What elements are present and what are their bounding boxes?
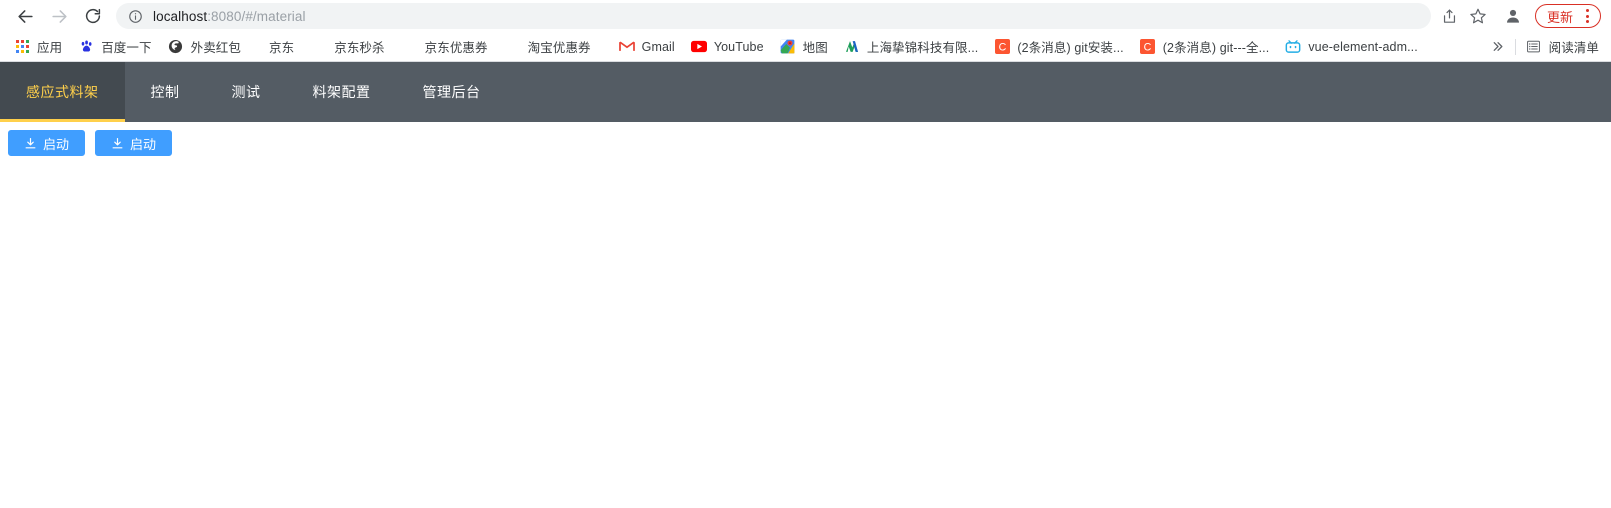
bookmark-label: vue-element-adm... <box>1308 39 1418 54</box>
start-button-2[interactable]: 启动 <box>95 130 173 156</box>
bookmark-shanghai-zhijin[interactable]: 上海挚锦科技有限... <box>836 35 987 59</box>
bilibili-tv-icon <box>1285 39 1301 55</box>
bookmark-label: 百度一下 <box>101 41 152 55</box>
bookmark-label: 上海挚锦科技有限... <box>866 41 979 55</box>
youtube-icon <box>690 39 707 55</box>
action-button-row: 启动 启动 <box>0 122 1611 156</box>
reload-button[interactable] <box>76 1 110 31</box>
csdn-icon: C <box>1140 39 1156 55</box>
download-icon <box>112 137 123 148</box>
download-icon <box>25 137 36 148</box>
nav-item-label: 感应式料架 <box>26 84 99 100</box>
address-bar[interactable]: localhost:8080/#/material <box>116 3 1431 29</box>
bookmark-waimai[interactable]: 外卖红包 <box>160 35 249 59</box>
bookmark-jd-coupon[interactable]: 京东优惠券 <box>405 35 508 59</box>
bookmark-jd-miaosha[interactable]: 京东秒杀 <box>314 35 404 59</box>
update-label: 更新 <box>1546 9 1573 25</box>
bookmark-csdn-git-all[interactable]: C (2条消息) git---全... <box>1132 35 1278 59</box>
bookmark-youtube[interactable]: YouTube <box>683 35 772 59</box>
bookmark-label: 地图 <box>802 41 828 55</box>
nav-item-label: 管理后台 <box>422 84 481 100</box>
double-chevron-right-icon <box>1493 42 1503 51</box>
bookmark-label: 京东秒杀 <box>334 41 385 55</box>
share-icon <box>1444 9 1456 23</box>
google-maps-icon <box>780 39 796 55</box>
back-arrow-icon <box>17 9 33 23</box>
bookmark-label: Gmail <box>641 39 675 54</box>
nav-item-ganying-liaojia[interactable]: 感应式料架 <box>0 62 125 122</box>
csdn-icon: C <box>994 39 1010 55</box>
bookmark-label: (2条消息) git安装... <box>1017 41 1124 55</box>
start-button-label: 启动 <box>130 136 157 152</box>
reading-list-icon <box>1526 39 1542 55</box>
update-button[interactable]: 更新 <box>1534 4 1601 28</box>
bookmark-label: 京东优惠券 <box>424 41 488 55</box>
start-button-label: 启动 <box>43 136 70 152</box>
app-navigation-menu: 感应式料架 控制 测试 料架配置 管理后台 <box>0 62 1611 122</box>
forward-arrow-icon <box>51 9 67 23</box>
bookmarks-bar: 应用 百度一下 外卖红包 京东 京东秒杀 京东优惠券 淘宝优惠券 Gmail Y… <box>0 32 1611 62</box>
nav-item-label: 料架配置 <box>312 84 371 100</box>
nav-item-liaojia-peizhi[interactable]: 料架配置 <box>287 62 397 122</box>
bookmark-label: 淘宝优惠券 <box>527 41 591 55</box>
browser-toolbar: localhost:8080/#/material 更新 <box>0 0 1611 32</box>
bookmarks-divider <box>1514 38 1516 55</box>
bookmark-label: 京东 <box>269 41 295 55</box>
bookmarks-overflow-button[interactable] <box>1482 40 1513 53</box>
bookmark-taobao-coupon[interactable]: 淘宝优惠券 <box>508 35 611 59</box>
bookmark-jd[interactable]: 京东 <box>249 35 314 59</box>
nav-item-label: 控制 <box>150 84 180 100</box>
reload-icon <box>85 8 101 24</box>
person-avatar-icon <box>1502 6 1523 26</box>
gmail-icon <box>618 39 635 55</box>
share-button[interactable] <box>1437 3 1463 29</box>
bookmark-label: YouTube <box>713 39 764 54</box>
url-text: localhost:8080/#/material <box>153 9 306 24</box>
kebab-menu-icon[interactable] <box>1578 6 1596 26</box>
bookmark-button[interactable] <box>1465 3 1491 29</box>
reading-list-label: 阅读清单 <box>1548 41 1599 55</box>
bookmark-gmail[interactable]: Gmail <box>611 35 683 59</box>
star-icon <box>1470 8 1486 24</box>
application-viewport: 感应式料架 控制 测试 料架配置 管理后台 启动 启动 <box>0 62 1611 508</box>
reading-list-button[interactable]: 阅读清单 <box>1518 35 1607 59</box>
nav-item-ceshi[interactable]: 测试 <box>206 62 287 122</box>
bookmark-baidu[interactable]: 百度一下 <box>70 35 159 59</box>
profile-button[interactable] <box>1499 2 1527 30</box>
bookmark-label: 外卖红包 <box>190 41 242 55</box>
baidu-paw-icon <box>78 39 94 55</box>
nav-item-label: 测试 <box>231 84 261 100</box>
forward-button[interactable] <box>42 1 76 31</box>
info-circle-icon[interactable] <box>127 8 144 25</box>
nav-item-kongzhi[interactable]: 控制 <box>125 62 206 122</box>
google-apps-grid-icon <box>14 39 30 55</box>
nav-item-guanli-houtai[interactable]: 管理后台 <box>397 62 507 122</box>
n-logo-icon <box>844 39 860 55</box>
bookmark-csdn-git-install[interactable]: C (2条消息) git安装... <box>986 35 1131 59</box>
back-button[interactable] <box>8 1 42 31</box>
url-path: :8080/#/material <box>207 8 306 24</box>
browser-chrome: localhost:8080/#/material 更新 应用 百度一下 外卖红… <box>0 0 1611 62</box>
url-host: localhost <box>153 8 208 24</box>
bookmark-label: 应用 <box>37 41 63 55</box>
globe-dark-icon <box>168 39 184 55</box>
start-button-1[interactable]: 启动 <box>8 130 86 156</box>
svg-text:C: C <box>999 41 1007 53</box>
bookmark-vue-element-admin[interactable]: vue-element-adm... <box>1277 35 1425 59</box>
bookmark-apps[interactable]: 应用 <box>6 35 70 59</box>
svg-text:C: C <box>1144 41 1152 53</box>
bookmark-maps[interactable]: 地图 <box>772 35 836 59</box>
bookmark-label: (2条消息) git---全... <box>1162 41 1270 55</box>
